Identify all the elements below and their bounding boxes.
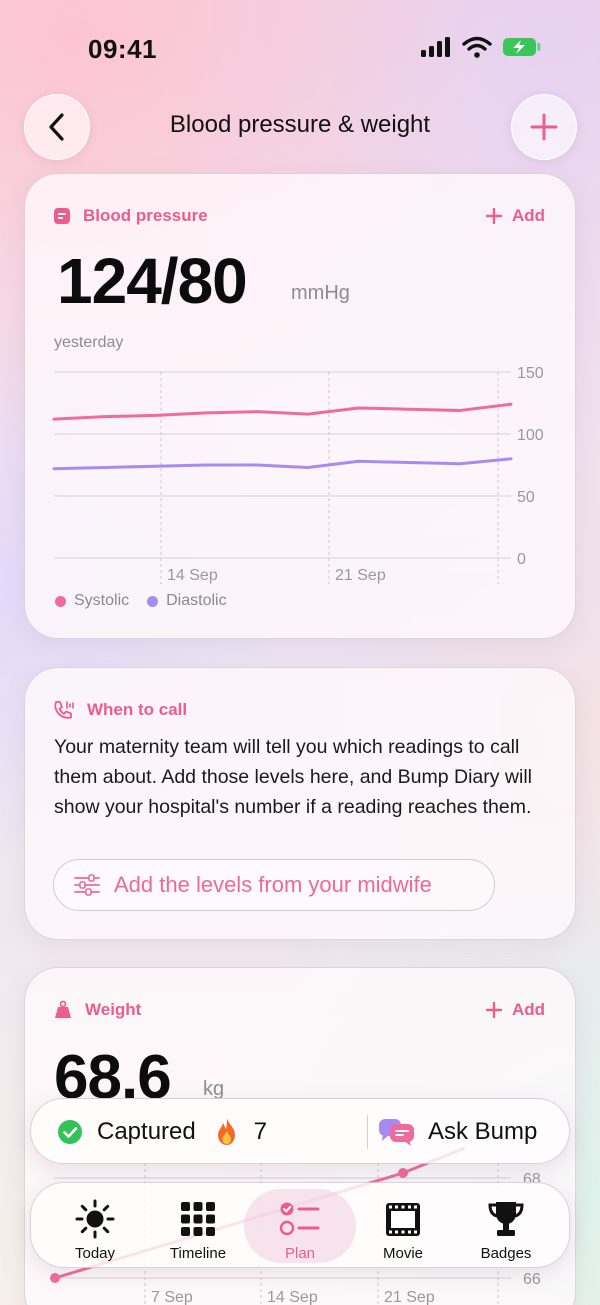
wifi-icon <box>462 36 492 58</box>
when-to-call-title: When to call <box>53 700 187 720</box>
captured-bar: Captured 7 Ask Bump <box>30 1098 570 1164</box>
grid-icon <box>181 1202 215 1236</box>
when-to-call-description: Your maternity team will tell you which … <box>54 736 533 818</box>
cellular-signal-icon <box>421 37 450 57</box>
add-midwife-levels-button[interactable]: Add the levels from your midwife <box>53 859 495 911</box>
y-tick-label: 50 <box>517 489 535 506</box>
page-title: Blood pressure & weight <box>169 111 431 138</box>
divider <box>367 1115 368 1149</box>
sliders-icon <box>74 874 100 896</box>
x-tick-label: 14 Sep <box>267 1289 318 1305</box>
x-tick-label: 21 Sep <box>335 567 386 584</box>
tab-plan[interactable]: Plan <box>244 1189 356 1263</box>
y-tick-label: 66 <box>523 1271 541 1288</box>
weight-data-point <box>398 1168 408 1178</box>
tab-badges[interactable]: Badges <box>450 1189 562 1263</box>
x-tick-label: 14 Sep <box>167 567 218 584</box>
checklist-icon <box>279 1202 320 1236</box>
y-tick-label: 0 <box>517 551 526 568</box>
when-to-call-card: When to call Your maternity team will te… <box>24 667 576 940</box>
trophy-icon <box>488 1202 524 1236</box>
phone-ringing-icon <box>54 701 74 719</box>
legend-systolic: Systolic <box>55 592 129 610</box>
film-icon <box>386 1203 420 1236</box>
streak-count: 7 <box>253 1118 268 1145</box>
tab-today[interactable]: Today <box>39 1189 151 1263</box>
tab-bar: Today Timeline Plan Movie Badges <box>30 1182 570 1268</box>
chat-bubbles-icon <box>379 1119 414 1146</box>
battery-charging-icon <box>503 38 541 56</box>
series-line-systolic <box>52 402 513 421</box>
plus-icon <box>530 113 558 141</box>
blood-pressure-card: Blood pressure Add 124/80 mmHg yesterday… <box>24 173 576 639</box>
chart-legend: Systolic Diastolic <box>55 592 227 610</box>
y-tick-label: 150 <box>517 365 544 382</box>
weight-data-point <box>50 1273 60 1283</box>
y-tick-label: 100 <box>517 427 544 444</box>
fire-icon <box>217 1118 235 1145</box>
captured-label: Captured <box>97 1118 196 1145</box>
legend-diastolic: Diastolic <box>147 592 227 610</box>
captured-status[interactable]: Captured 7 <box>57 1099 267 1165</box>
x-tick-label: 7 Sep <box>151 1289 193 1305</box>
tab-movie[interactable]: Movie <box>347 1189 459 1263</box>
check-circle-icon <box>58 1120 82 1144</box>
status-time: 09:41 <box>88 34 157 64</box>
status-icons <box>420 36 542 58</box>
x-tick-label: 21 Sep <box>384 1289 435 1305</box>
status-bar: 09:41 <box>0 0 600 96</box>
sun-icon <box>75 1199 115 1239</box>
blood-pressure-chart: 0 50 100 150 14 Sep 21 Sep <box>52 365 544 584</box>
tab-timeline[interactable]: Timeline <box>142 1189 254 1263</box>
add-entry-button[interactable] <box>511 94 577 160</box>
series-line-diastolic <box>52 457 513 471</box>
ask-bump-button[interactable]: Ask Bump <box>378 1099 537 1165</box>
